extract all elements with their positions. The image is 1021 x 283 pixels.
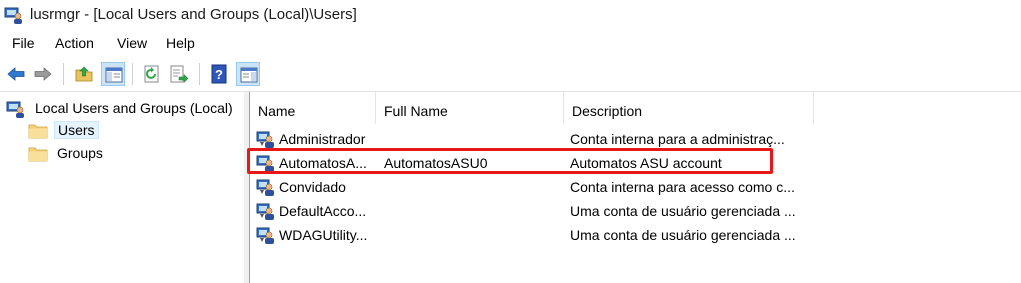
- column-header-full-name-label: Full Name: [384, 103, 448, 119]
- toolbar-separator: [132, 63, 133, 85]
- highlight-annotation: [247, 148, 773, 174]
- up-one-level-button[interactable]: [72, 62, 96, 86]
- table-row[interactable]: DefaultAcco... Uma conta de usuário gere…: [250, 198, 810, 222]
- help-button[interactable]: ?: [207, 62, 231, 86]
- show-hide-action-pane-icon: [240, 67, 258, 83]
- menu-file[interactable]: File: [12, 35, 35, 51]
- tree-root-label: Local Users and Groups (Local): [35, 100, 233, 116]
- back-icon: [7, 67, 25, 81]
- window-title: lusrmgr - [Local Users and Groups (Local…: [30, 6, 357, 23]
- cell-description: Conta interna para a administraç...: [570, 131, 785, 147]
- toolbar-separator: [199, 63, 200, 85]
- cell-description: Uma conta de usuário gerenciada ...: [570, 227, 796, 243]
- column-header-name-label: Name: [258, 103, 296, 119]
- up-folder-icon: [75, 66, 93, 82]
- show-hide-tree-icon: [105, 67, 123, 83]
- column-header-description[interactable]: Description: [564, 92, 813, 124]
- cell-description: Uma conta de usuário gerenciada ...: [570, 203, 796, 219]
- column-header-description-label: Description: [572, 103, 643, 119]
- back-button[interactable]: [4, 62, 28, 86]
- title-bar: lusrmgr - [Local Users and Groups (Local…: [0, 0, 1021, 31]
- help-icon: ?: [211, 64, 227, 84]
- tree-item-users-label: Users: [54, 121, 99, 139]
- tree-root[interactable]: Local Users and Groups (Local): [6, 98, 242, 120]
- computer-users-icon: [4, 7, 22, 24]
- cell-name: DefaultAcco...: [279, 203, 367, 219]
- tree-item-users[interactable]: Users: [28, 120, 148, 142]
- export-list-icon: [170, 65, 189, 84]
- show-hide-action-pane-button[interactable]: [236, 62, 260, 86]
- user-icon: [256, 179, 274, 196]
- toolbar-separator: [63, 63, 64, 85]
- cell-name: Administrador: [279, 131, 366, 147]
- folder-icon: [28, 147, 48, 162]
- folder-icon: [28, 124, 48, 139]
- cell-name: Convidado: [279, 179, 346, 195]
- tree-item-groups[interactable]: Groups: [28, 143, 148, 165]
- table-row[interactable]: Convidado Conta interna para acesso como…: [250, 174, 810, 198]
- forward-icon: [34, 67, 52, 81]
- menu-bar: File Action View Help: [0, 31, 1021, 57]
- column-divider[interactable]: [813, 92, 814, 124]
- users-list: Name Full Name Description Administrador…: [250, 92, 1021, 283]
- menu-help[interactable]: Help: [166, 35, 195, 51]
- column-header-full-name[interactable]: Full Name: [376, 92, 563, 124]
- cell-name: WDAGUtility...: [279, 227, 368, 243]
- menu-action[interactable]: Action: [55, 35, 94, 51]
- toolbar: ?: [0, 57, 1021, 92]
- tree-item-groups-label: Groups: [57, 145, 103, 161]
- user-icon: [256, 203, 274, 220]
- table-row[interactable]: Administrador Conta interna para a admin…: [250, 126, 810, 150]
- computer-users-icon: [6, 101, 24, 118]
- forward-button[interactable]: [31, 62, 55, 86]
- user-icon: [256, 227, 274, 244]
- cell-description: Conta interna para acesso como c...: [570, 179, 795, 195]
- refresh-button[interactable]: [140, 62, 164, 86]
- show-hide-console-tree-button[interactable]: [101, 62, 125, 86]
- svg-text:?: ?: [215, 67, 223, 82]
- column-header-name[interactable]: Name: [250, 92, 375, 124]
- table-row[interactable]: WDAGUtility... Uma conta de usuário gere…: [250, 222, 810, 246]
- user-icon: [256, 131, 274, 148]
- refresh-icon: [144, 65, 159, 83]
- menu-view[interactable]: View: [117, 35, 147, 51]
- export-list-button[interactable]: [167, 62, 191, 86]
- console-tree: Local Users and Groups (Local) Users Gro…: [0, 92, 245, 283]
